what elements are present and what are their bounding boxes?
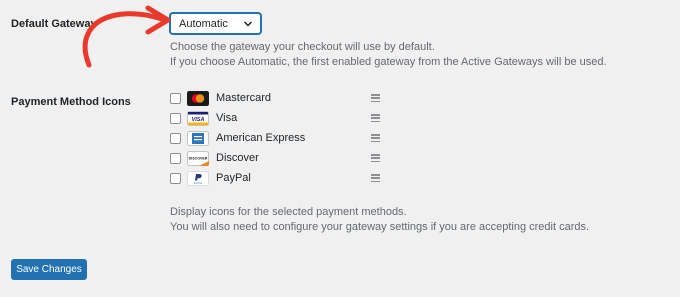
drag-handle-icon[interactable] bbox=[371, 94, 380, 103]
discover-checkbox[interactable] bbox=[170, 153, 181, 164]
payment-method-row-amex: American Express bbox=[170, 129, 385, 149]
annotation-arrow-icon bbox=[82, 5, 171, 68]
amex-icon bbox=[187, 131, 209, 146]
paypal-checkbox[interactable] bbox=[170, 173, 181, 184]
payment-method-row-visa: VISA Visa bbox=[170, 109, 385, 129]
icons-help-text-1: Display icons for the selected payment m… bbox=[170, 206, 407, 218]
payment-method-list: Mastercard VISA Visa American Express DI… bbox=[170, 89, 385, 189]
visa-checkbox[interactable] bbox=[170, 113, 181, 124]
gateway-help-text-2: If you choose Automatic, the first enabl… bbox=[170, 56, 607, 68]
drag-handle-icon[interactable] bbox=[371, 114, 380, 123]
visa-icon: VISA bbox=[187, 111, 209, 126]
save-changes-button[interactable]: Save Changes bbox=[11, 259, 87, 280]
payment-method-name: Mastercard bbox=[216, 92, 272, 104]
amex-checkbox[interactable] bbox=[170, 133, 181, 144]
paypal-icon: PayPal bbox=[187, 171, 209, 186]
drag-handle-icon[interactable] bbox=[371, 174, 380, 183]
payment-method-name: American Express bbox=[216, 132, 306, 144]
discover-logo-text: DISCOVER bbox=[189, 157, 208, 161]
payment-method-row-mastercard: Mastercard bbox=[170, 89, 385, 109]
gateway-help-text-1: Choose the gateway your checkout will us… bbox=[170, 41, 435, 53]
payment-method-name: PayPal bbox=[216, 172, 251, 184]
discover-icon: DISCOVER bbox=[187, 151, 209, 166]
drag-handle-icon[interactable] bbox=[371, 154, 380, 163]
payment-method-name: Discover bbox=[216, 152, 259, 164]
default-gateway-value: Automatic bbox=[179, 18, 228, 30]
payment-method-name: Visa bbox=[216, 112, 238, 124]
mastercard-icon bbox=[187, 91, 209, 106]
chevron-down-icon bbox=[243, 21, 253, 27]
visa-logo-text: VISA bbox=[192, 117, 205, 123]
icons-help-text-2: You will also need to configure your gat… bbox=[170, 221, 590, 233]
paypal-logo-text: PayPal bbox=[194, 181, 203, 185]
payment-method-icons-label: Payment Method Icons bbox=[11, 96, 131, 108]
payment-method-row-discover: DISCOVER Discover bbox=[170, 149, 385, 169]
drag-handle-icon[interactable] bbox=[371, 134, 380, 143]
payment-method-row-paypal: PayPal PayPal bbox=[170, 169, 385, 189]
default-gateway-select[interactable]: Automatic bbox=[170, 13, 261, 34]
mastercard-checkbox[interactable] bbox=[170, 93, 181, 104]
